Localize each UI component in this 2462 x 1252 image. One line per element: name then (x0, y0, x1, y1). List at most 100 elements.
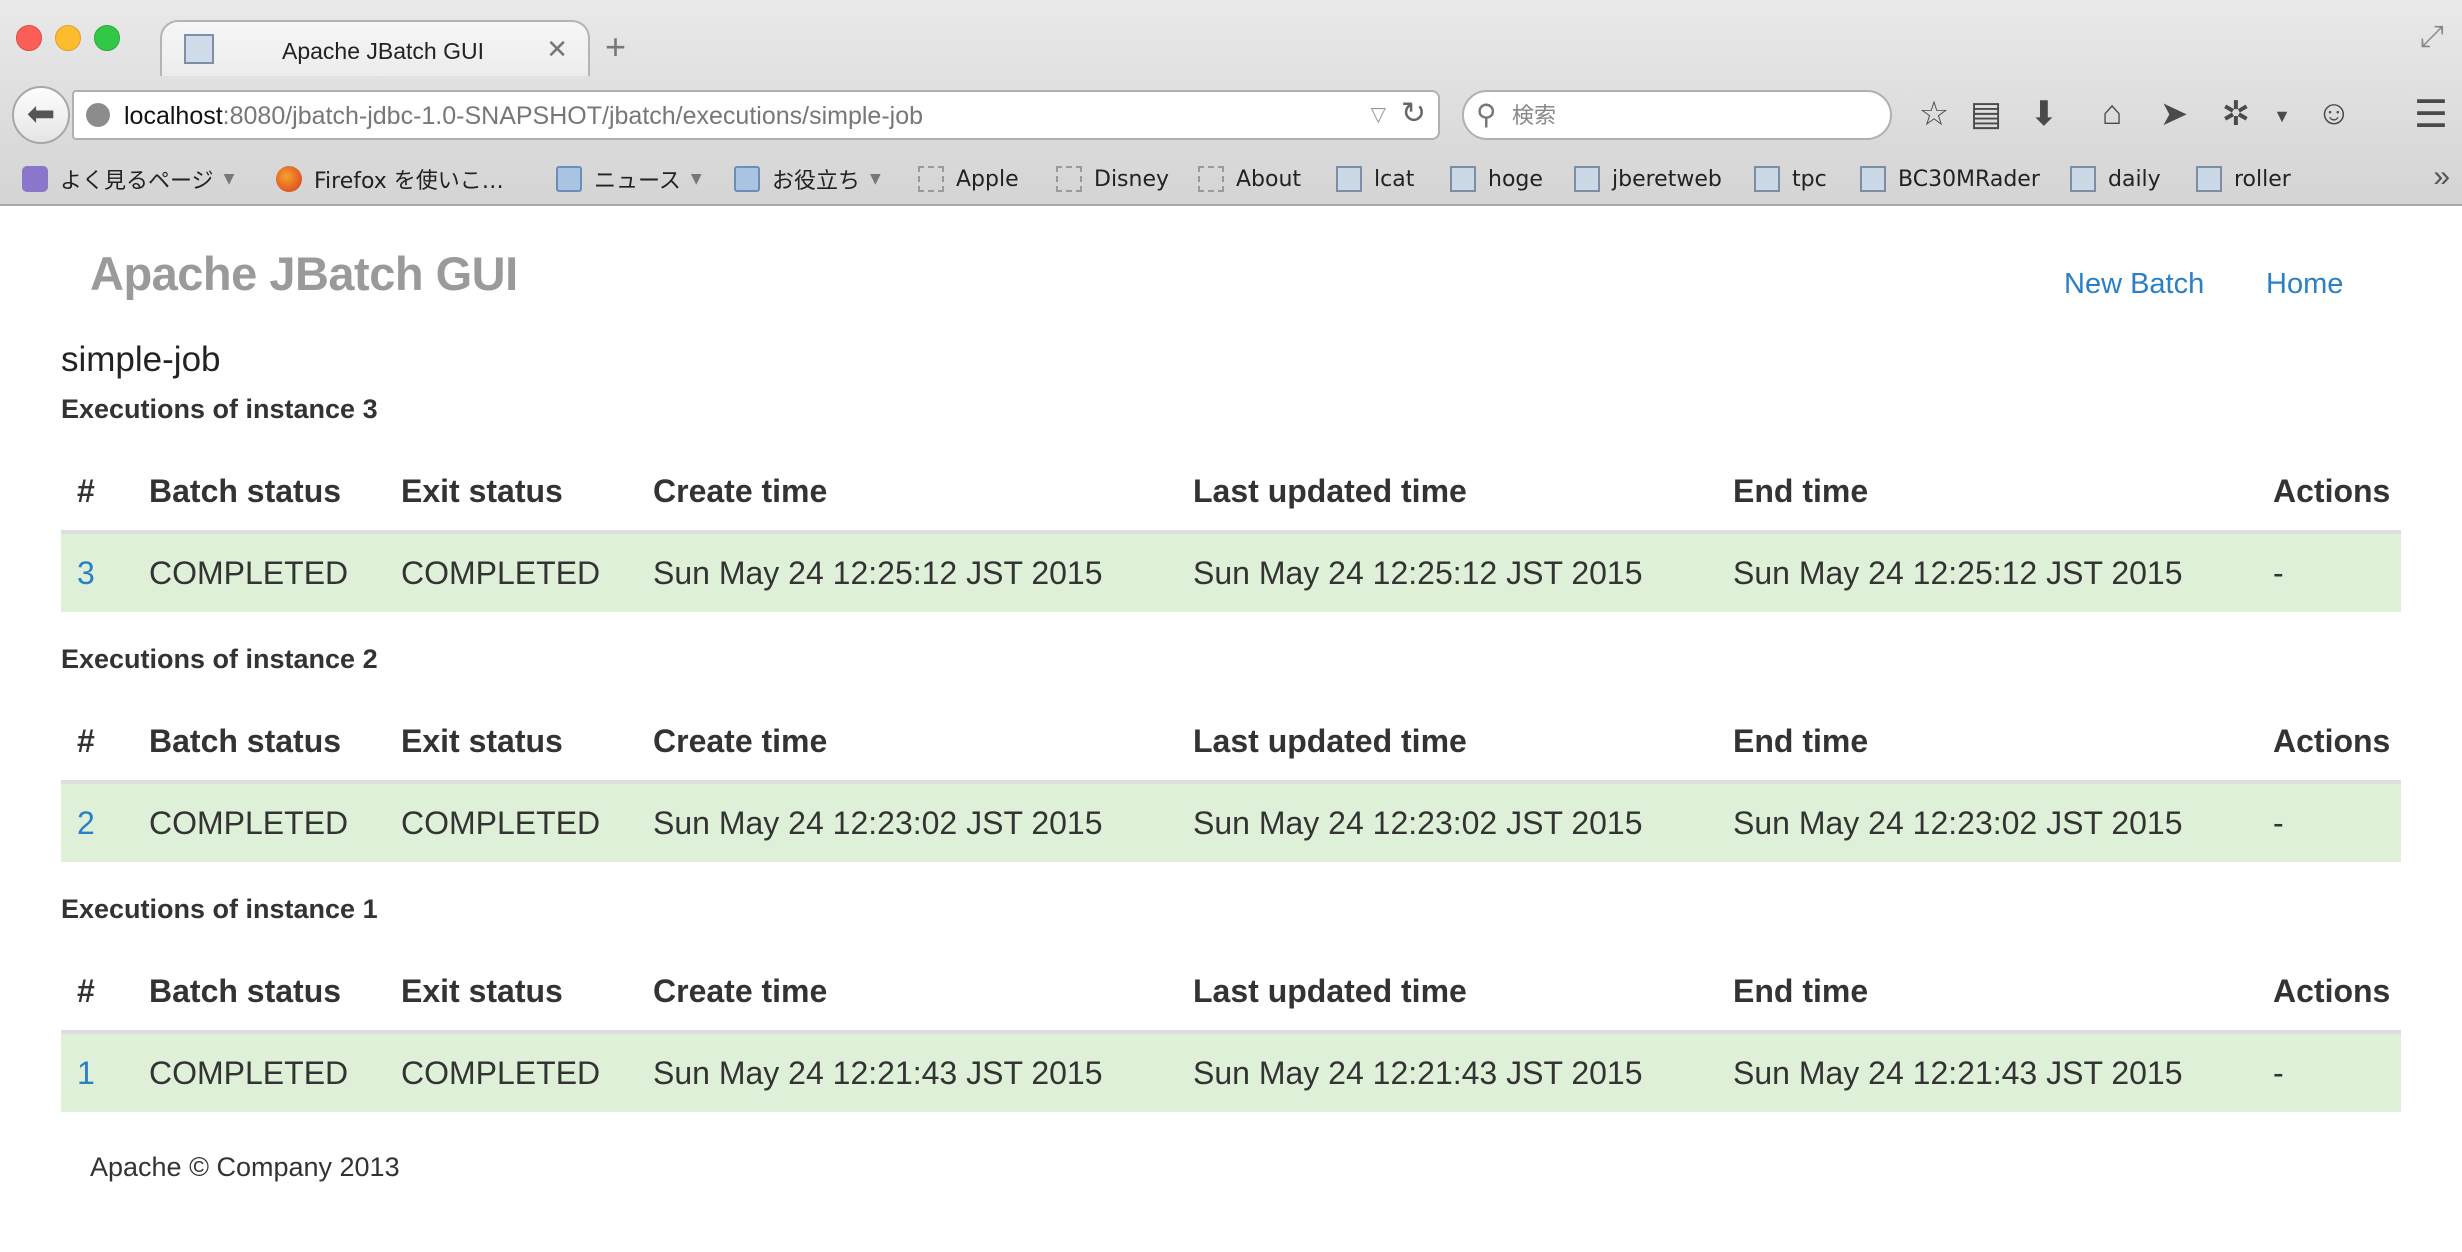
browser-chrome: Apache JBatch GUI ✕ + ⤢ ⬅ localhost:8080… (0, 0, 2462, 206)
bookmark-label: About (1236, 166, 1302, 192)
cell-actions: - (2257, 1032, 2401, 1112)
instance-section: Executions of instance 1 # Batch status Exi… (61, 894, 2401, 1112)
execution-id-link[interactable]: 1 (77, 1055, 95, 1091)
cell-batch-status: COMPLETED (133, 782, 385, 862)
search-bar[interactable]: ⚲ (1462, 90, 1892, 140)
bookmark-item[interactable]: Firefox を使いこ… (276, 162, 504, 196)
bookmark-item[interactable]: About (1198, 162, 1301, 196)
tab-strip: Apache JBatch GUI ✕ + ⤢ (0, 0, 2462, 76)
back-arrow-icon: ⬅ (26, 95, 56, 133)
bookmarks-toolbar: よく見るページ ▼ Firefox を使いこ… ニュース ▼ お役立ち ▼ Apple Disn… (0, 156, 2462, 202)
bookmark-label: BC30MRader (1898, 166, 2040, 192)
new-tab-button[interactable]: + (605, 26, 626, 68)
column-header-batch-status: Batch status (133, 452, 385, 534)
emoji-icon[interactable]: ☺ (2312, 94, 2356, 133)
column-header-batch-status: Batch status (133, 702, 385, 784)
bookmark-item[interactable]: よく見るページ ▼ (22, 162, 234, 196)
extension-dropdown-icon[interactable]: ▼ (2260, 106, 2304, 127)
search-icon: ⚲ (1476, 99, 1497, 130)
tab-title: Apache JBatch GUI (282, 38, 484, 64)
cell-last-updated-time: Sun May 24 12:25:12 JST 2015 (1177, 532, 1717, 612)
column-header-last-updated-time: Last updated time (1177, 702, 1717, 784)
job-title: simple-job (61, 340, 221, 379)
globe-icon (86, 103, 110, 127)
bookmark-label: lcat (1374, 166, 1415, 192)
instance-section: Executions of instance 2 # Batch status Exi… (61, 644, 2401, 862)
column-header-actions: Actions (2257, 702, 2401, 784)
url-path: :8080/jbatch-jdbc-1.0-SNAPSHOT/jbatch/ex… (222, 102, 924, 130)
page-icon (2196, 166, 2222, 192)
instance-title: Executions of instance 3 (61, 394, 378, 424)
execution-id-link[interactable]: 3 (77, 555, 95, 591)
page-content: Apache JBatch GUI New Batch Home simple-… (0, 206, 2462, 1252)
column-header-create-time: Create time (637, 452, 1177, 534)
brand-title[interactable]: Apache JBatch GUI (90, 246, 518, 301)
new-batch-link[interactable]: New Batch (2064, 268, 2204, 301)
bookmark-label: ニュース (594, 169, 681, 194)
bookmark-item[interactable]: daily (2070, 162, 2161, 196)
cell-create-time: Sun May 24 12:23:02 JST 2015 (637, 782, 1177, 862)
window-minimize-button[interactable] (55, 25, 81, 51)
url-bar[interactable]: localhost:8080/jbatch-jdbc-1.0-SNAPSHOT/… (72, 90, 1440, 140)
back-button[interactable]: ⬅ (12, 86, 70, 144)
browser-tab-active[interactable]: Apache JBatch GUI ✕ (160, 20, 590, 76)
tab-close-icon[interactable]: ✕ (546, 34, 568, 65)
bookmark-item[interactable]: lcat (1336, 162, 1414, 196)
bookmark-label: jberetweb (1612, 166, 1722, 192)
fullscreen-icon[interactable]: ⤢ (2420, 20, 2444, 54)
table-row: 1 COMPLETED COMPLETED Sun May 24 12:21:43 J… (61, 1032, 2401, 1112)
fox-icon (276, 166, 302, 192)
home-icon[interactable]: ⌂ (2090, 94, 2134, 133)
navigation-toolbar: ⬅ localhost:8080/jbatch-jdbc-1.0-SNAPSHO… (0, 78, 2462, 154)
column-header-id: # (61, 452, 133, 534)
reload-icon[interactable]: ↻ (1401, 96, 1426, 131)
bookmark-item[interactable]: Apple (918, 162, 1019, 196)
column-header-batch-status: Batch status (133, 952, 385, 1034)
menu-icon[interactable]: ☰ (2414, 92, 2448, 137)
bookmark-item[interactable]: roller (2196, 162, 2291, 196)
execution-id-link[interactable]: 2 (77, 805, 95, 841)
page-icon (2070, 166, 2096, 192)
bookmark-item[interactable]: お役立ち ▼ (734, 162, 881, 196)
star-icon (22, 166, 48, 192)
bookmark-item[interactable]: BC30MRader (1860, 162, 2040, 196)
extension-icon[interactable]: ✲ (2214, 94, 2258, 134)
folder-icon (556, 166, 582, 192)
home-link[interactable]: Home (2266, 268, 2343, 301)
reading-list-icon[interactable]: ▤ (1964, 94, 2008, 134)
bookmark-item[interactable]: ニュース ▼ (556, 162, 702, 196)
instance-section: Executions of instance 3 # Batch status Exi… (61, 394, 2401, 612)
instance-title: Executions of instance 2 (61, 644, 378, 674)
executions-table: # Batch status Exit status Create time Last … (61, 702, 2401, 862)
send-icon[interactable]: ➤ (2152, 94, 2196, 134)
bookmark-label: hoge (1488, 166, 1543, 192)
table-header-row: # Batch status Exit status Create time Last … (61, 702, 2401, 784)
cell-last-updated-time: Sun May 24 12:21:43 JST 2015 (1177, 1032, 1717, 1112)
dashed-icon (1198, 166, 1224, 192)
search-input[interactable] (1510, 98, 1874, 134)
url-text[interactable]: localhost:8080/jbatch-jdbc-1.0-SNAPSHOT/… (124, 102, 923, 131)
window-maximize-button[interactable] (94, 25, 120, 51)
table-row: 2 COMPLETED COMPLETED Sun May 24 12:23:02 J… (61, 782, 2401, 862)
bookmark-item[interactable]: jberetweb (1574, 162, 1722, 196)
page-icon (1336, 166, 1362, 192)
url-history-dropdown-icon[interactable]: ▽ (1371, 102, 1386, 127)
window-close-button[interactable] (16, 25, 42, 51)
bookmarks-overflow-icon[interactable]: » (2433, 160, 2450, 194)
column-header-end-time: End time (1717, 702, 2257, 784)
bookmark-item[interactable]: hoge (1450, 162, 1543, 196)
bookmark-item[interactable]: tpc (1754, 162, 1827, 196)
page-favicon-icon (184, 34, 214, 64)
cell-id: 1 (61, 1032, 133, 1112)
cell-create-time: Sun May 24 12:21:43 JST 2015 (637, 1032, 1177, 1112)
page-icon (1860, 166, 1886, 192)
downloads-icon[interactable]: ⬇ (2022, 94, 2066, 134)
bookmark-star-icon[interactable]: ☆ (1912, 94, 1956, 134)
column-header-create-time: Create time (637, 702, 1177, 784)
column-header-exit-status: Exit status (385, 452, 637, 534)
column-header-actions: Actions (2257, 952, 2401, 1034)
cell-exit-status: COMPLETED (385, 1032, 637, 1112)
bookmark-label: よく見るページ (60, 169, 214, 194)
bookmark-item[interactable]: Disney (1056, 162, 1169, 196)
instance-title: Executions of instance 1 (61, 894, 378, 924)
